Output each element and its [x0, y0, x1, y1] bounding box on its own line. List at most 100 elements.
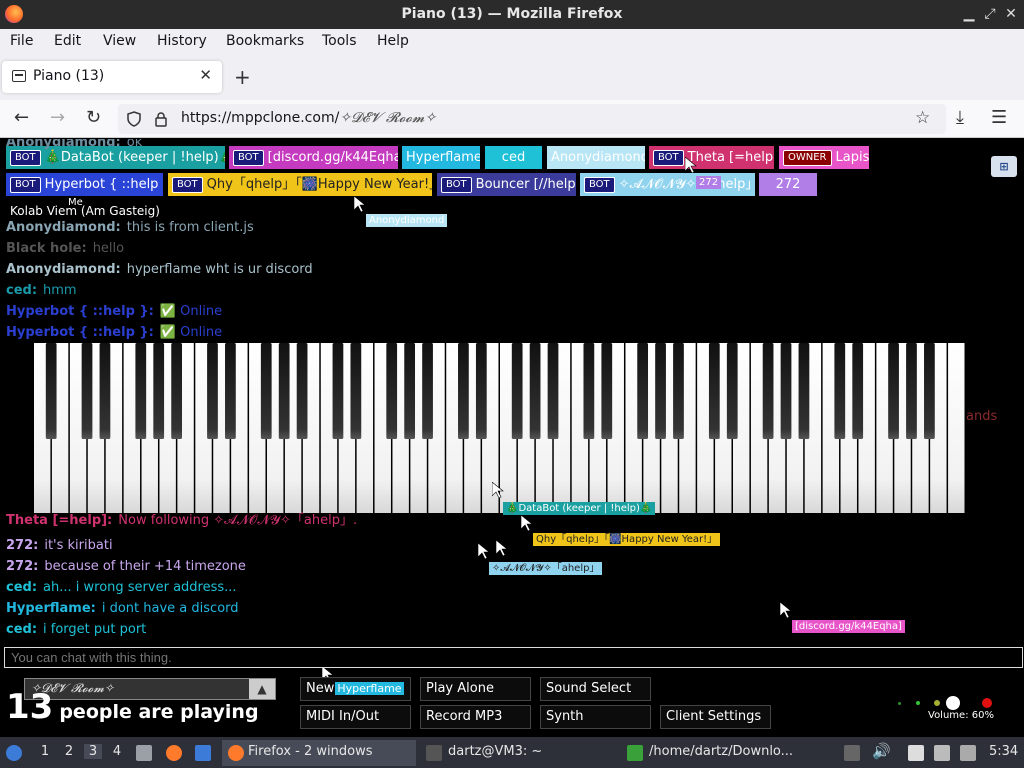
url-text[interactable]: https://mppclone.com/✧𝓓𝓔𝓥 𝓡𝓸𝓸𝓶✧ — [181, 110, 436, 126]
lock-icon[interactable] — [154, 111, 168, 127]
menu-tools[interactable]: Tools — [322, 33, 357, 49]
piano-black-key[interactable] — [332, 343, 344, 439]
piano-black-key[interactable] — [708, 343, 720, 439]
speaker-icon[interactable]: 🔊 — [872, 742, 891, 760]
midi-button[interactable]: MIDI In/Out — [300, 705, 411, 729]
participant-qhy[interactable]: BOT Qhy「qhelp」「🎆Happy New Year!」 — [168, 173, 432, 196]
shield-icon[interactable] — [126, 111, 142, 127]
piano-black-key[interactable] — [673, 343, 684, 439]
piano-black-key[interactable] — [296, 343, 308, 439]
participant-hyperflame[interactable]: Hyperflame — [402, 146, 480, 169]
piano-black-key[interactable] — [834, 343, 846, 439]
participant-ced[interactable]: ced — [485, 146, 542, 169]
menu-hamburger-icon[interactable]: ☰ — [991, 108, 1007, 128]
piano-black-key[interactable] — [458, 343, 469, 439]
piano-black-key[interactable] — [852, 343, 864, 439]
piano-black-key[interactable] — [906, 343, 917, 439]
piano-black-key[interactable] — [81, 343, 93, 439]
network-icon[interactable] — [934, 745, 950, 761]
file-manager-icon[interactable] — [136, 745, 152, 761]
back-icon[interactable]: ← — [14, 108, 29, 128]
piano-black-key[interactable] — [135, 343, 147, 439]
synth-button[interactable]: Synth — [540, 705, 651, 729]
piano-black-key[interactable] — [780, 343, 792, 439]
sound-select-button[interactable]: Sound Select — [540, 677, 651, 701]
piano-black-key[interactable] — [171, 343, 183, 439]
new-room-button[interactable]: New Hyperflame — [300, 677, 411, 701]
keyboard-layout-icon[interactable] — [844, 745, 860, 761]
clipboard-icon[interactable] — [908, 745, 924, 761]
piano-black-key[interactable] — [45, 343, 57, 439]
chat-input[interactable] — [4, 647, 1023, 668]
workspace-1[interactable]: 1 — [36, 744, 54, 759]
play-alone-button[interactable]: Play Alone — [420, 677, 531, 701]
close-window-icon[interactable]: ✕ — [1002, 4, 1020, 24]
piano-black-key[interactable] — [529, 343, 541, 439]
taskbar-files-label[interactable]: /home/dartz/Downlo... — [649, 744, 793, 759]
tab-piano[interactable]: Piano (13) ✕ — [2, 61, 222, 93]
participant-272[interactable]: 272 — [759, 173, 817, 196]
piano-black-key[interactable] — [404, 343, 416, 439]
participant-bouncer[interactable]: BOT Bouncer [//help] — [437, 173, 576, 196]
piano-black-key[interactable] — [511, 343, 523, 439]
desktop-icon[interactable] — [195, 745, 211, 761]
participant-theta[interactable]: BOT Theta [=help] — [649, 146, 774, 169]
piano-black-key[interactable] — [655, 343, 666, 439]
record-mp3-button[interactable]: Record MP3 — [420, 705, 531, 729]
chat-fragment: ands — [966, 409, 998, 424]
piano-black-key[interactable] — [386, 343, 398, 439]
terminal-icon[interactable] — [426, 745, 442, 761]
taskbar-terminal-label[interactable]: dartz@VM3: ~ — [448, 744, 542, 759]
taskbar-firefox[interactable]: Firefox - 2 windows — [222, 740, 416, 766]
keyboard-toggle-icon[interactable]: ⊞ — [991, 156, 1017, 177]
menu-view[interactable]: View — [103, 33, 136, 49]
downloads-icon[interactable]: ⤓ — [956, 108, 964, 128]
menu-help[interactable]: Help — [377, 33, 409, 49]
piano-black-key[interactable] — [924, 343, 935, 439]
bookmark-star-icon[interactable]: ☆ — [915, 108, 930, 128]
piano-black-key[interactable] — [278, 343, 290, 439]
piano-black-key[interactable] — [260, 343, 272, 439]
tray-app-icon[interactable] — [960, 745, 976, 761]
piano-black-key[interactable] — [583, 343, 595, 439]
maximize-icon[interactable]: ⤢ — [981, 4, 999, 24]
client-settings-button[interactable]: Client Settings — [660, 705, 771, 729]
piano-black-key[interactable] — [207, 343, 218, 439]
piano-black-key[interactable] — [350, 343, 362, 439]
participant-discord-bot[interactable]: BOT [discord.gg/k44Eqha] — [229, 146, 398, 169]
new-tab-icon[interactable]: + — [234, 65, 251, 89]
participant-anonydiamond[interactable]: Anonydiamond — [547, 146, 645, 169]
workspace-2[interactable]: 2 — [60, 744, 78, 759]
menu-file[interactable]: File — [10, 33, 33, 49]
piano-black-key[interactable] — [798, 343, 810, 439]
participant-anony[interactable]: BOT ✧𝓐𝓝𝓞𝓝𝓨✧「ahelp」 — [580, 173, 755, 196]
piano-black-key[interactable] — [888, 343, 899, 439]
participant-lapis[interactable]: OWNER Lapis — [779, 146, 869, 169]
minimize-icon[interactable]: ▁ — [960, 4, 978, 24]
tab-close-icon[interactable]: ✕ — [199, 66, 212, 84]
menu-bookmarks[interactable]: Bookmarks — [226, 33, 304, 49]
menu-edit[interactable]: Edit — [54, 33, 81, 49]
participant-hyperbot[interactable]: BOT Hyperbot { ::help } — [6, 173, 163, 196]
piano-white-key[interactable] — [948, 343, 965, 513]
workspace-3[interactable]: 3 — [84, 744, 102, 759]
firefox-launcher-icon[interactable] — [166, 745, 182, 761]
forward-icon[interactable]: → — [50, 108, 65, 128]
piano-black-key[interactable] — [726, 343, 738, 439]
workspace-4[interactable]: 4 — [108, 744, 126, 759]
reload-icon[interactable]: ↻ — [86, 108, 101, 128]
piano-black-key[interactable] — [637, 343, 649, 439]
volume-knob[interactable] — [946, 696, 960, 710]
piano-black-key[interactable] — [225, 343, 236, 439]
start-menu-icon[interactable] — [6, 745, 22, 761]
piano-black-key[interactable] — [762, 343, 774, 439]
piano-black-key[interactable] — [547, 343, 559, 439]
piano-black-key[interactable] — [422, 343, 433, 439]
piano-black-key[interactable] — [153, 343, 165, 439]
piano-black-key[interactable] — [601, 343, 613, 439]
menu-history[interactable]: History — [157, 33, 207, 49]
url-bar[interactable]: https://mppclone.com/✧𝓓𝓔𝓥 𝓡𝓸𝓸𝓶✧ — [118, 104, 946, 134]
piano-black-key[interactable] — [99, 343, 111, 439]
folder-icon[interactable] — [627, 745, 643, 761]
piano-black-key[interactable] — [475, 343, 487, 439]
